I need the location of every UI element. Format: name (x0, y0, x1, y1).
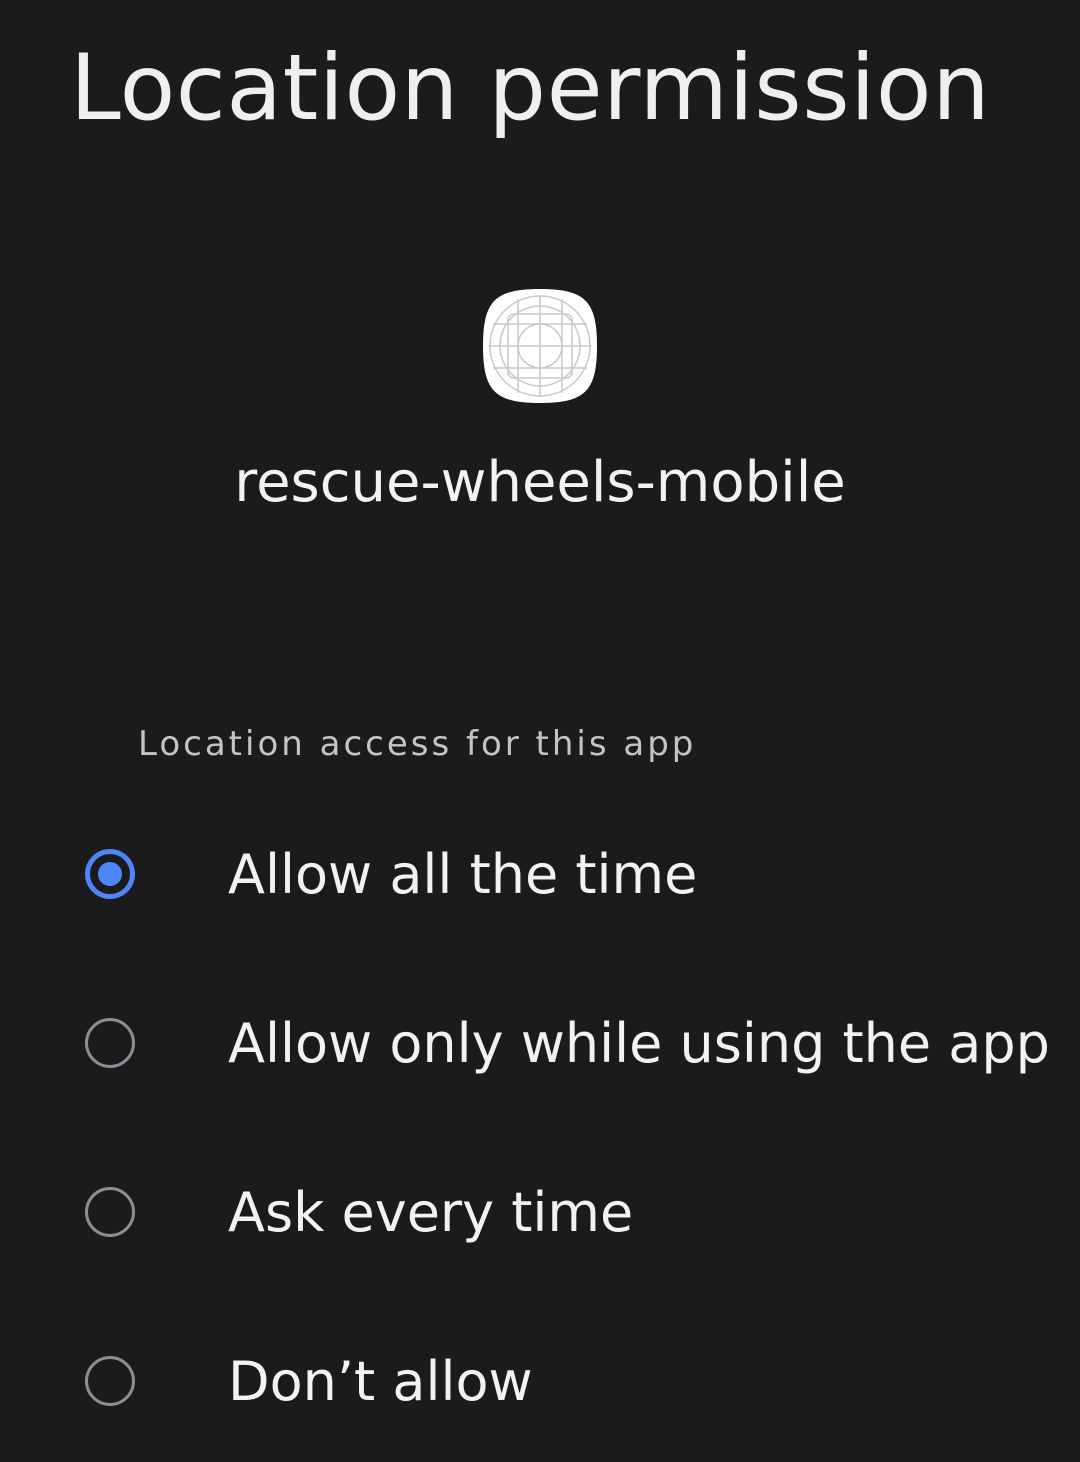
app-placeholder-icon (481, 287, 599, 405)
option-allow-while-using[interactable]: Allow only while using the app (0, 969, 1080, 1119)
radio-button[interactable] (85, 1356, 135, 1406)
option-dont-allow[interactable]: Don’t allow (0, 1307, 1080, 1457)
option-allow-all-the-time[interactable]: Allow all the time (0, 800, 1080, 950)
page-title: Location permission (70, 36, 991, 141)
option-label: Ask every time (228, 1181, 634, 1244)
option-ask-every-time[interactable]: Ask every time (0, 1138, 1080, 1288)
option-label: Allow only while using the app (228, 1012, 1050, 1075)
option-label: Allow all the time (228, 843, 698, 906)
option-label: Don’t allow (228, 1350, 533, 1413)
app-name: rescue-wheels-mobile (234, 450, 846, 515)
radio-button[interactable] (85, 1018, 135, 1068)
radio-button[interactable] (85, 1187, 135, 1237)
section-label: Location access for this app (138, 724, 697, 764)
radio-button-selected[interactable] (85, 849, 135, 899)
